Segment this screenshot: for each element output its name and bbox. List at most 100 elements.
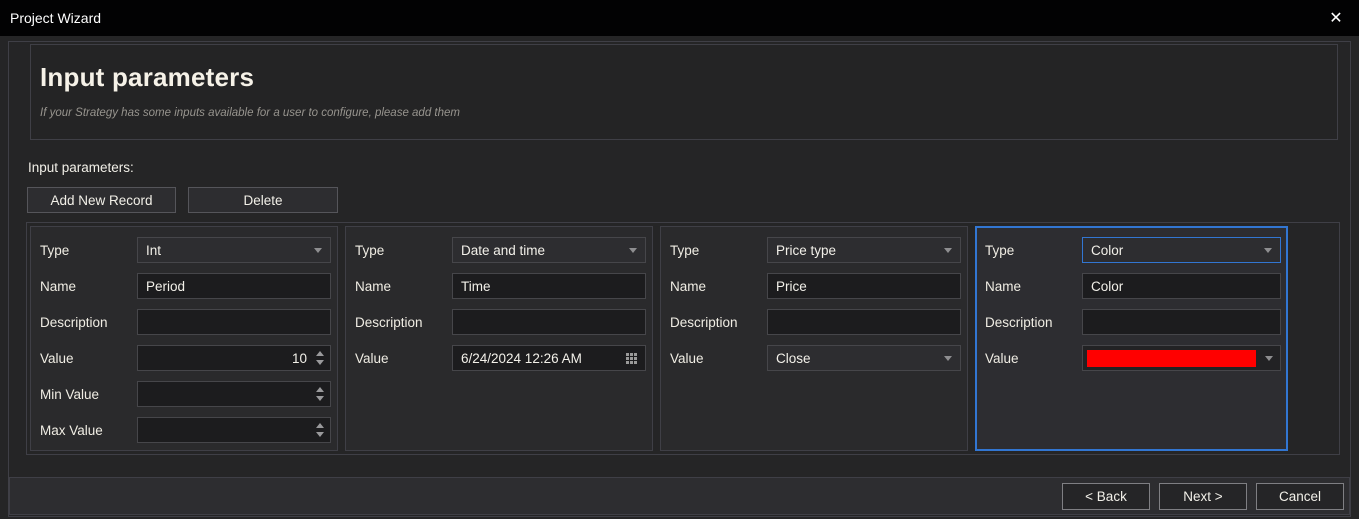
- field-label: Description: [355, 315, 452, 330]
- parameter-card-color[interactable]: Type Color Name Color Description Value: [975, 226, 1288, 451]
- field-row-value: Value 6/24/2024 12:26 AM: [355, 345, 646, 371]
- parameters-list: Type Int Name Period Description Value 1…: [26, 222, 1340, 455]
- input-value: Time: [461, 279, 637, 294]
- number-spinner: [314, 351, 326, 365]
- spinner-up-icon[interactable]: [316, 423, 324, 428]
- chevron-down-icon: [629, 248, 637, 253]
- name-input[interactable]: Color: [1082, 273, 1281, 299]
- combobox-value: Int: [146, 243, 314, 258]
- min-value-number-input[interactable]: [137, 381, 331, 407]
- color-picker-dropdown[interactable]: [1082, 345, 1281, 371]
- field-label: Description: [670, 315, 767, 330]
- delete-button[interactable]: Delete: [188, 187, 338, 213]
- spinner-up-icon[interactable]: [316, 351, 324, 356]
- field-label: Description: [985, 315, 1082, 330]
- spinner-down-icon[interactable]: [316, 360, 324, 365]
- field-row-name: Name Price: [670, 273, 961, 299]
- field-label: Type: [355, 243, 452, 258]
- input-value: Color: [1091, 279, 1272, 294]
- field-label: Name: [355, 279, 452, 294]
- description-input[interactable]: [137, 309, 331, 335]
- field-label: Type: [40, 243, 137, 258]
- field-row-name: Name Time: [355, 273, 646, 299]
- number-spinner: [314, 423, 326, 437]
- parameter-card-int[interactable]: Type Int Name Period Description Value 1…: [30, 226, 338, 451]
- wizard-header: Input parameters If your Strategy has so…: [30, 44, 1338, 140]
- combobox-value: Date and time: [461, 243, 629, 258]
- input-value: Period: [146, 279, 322, 294]
- window-title: Project Wizard: [0, 10, 101, 26]
- field-label: Description: [40, 315, 137, 330]
- combobox-value: Price type: [776, 243, 944, 258]
- combobox-value: Color: [1091, 243, 1264, 258]
- number-value: 10: [146, 351, 314, 366]
- field-label: Name: [985, 279, 1082, 294]
- number-spinner: [314, 387, 326, 401]
- field-label: Value: [40, 351, 137, 366]
- field-label: Min Value: [40, 387, 137, 402]
- field-row-type: Type Date and time: [355, 237, 646, 263]
- field-row-name: Name Color: [985, 273, 1281, 299]
- description-input[interactable]: [452, 309, 646, 335]
- field-row-description: Description: [985, 309, 1281, 335]
- back-button[interactable]: < Back: [1062, 483, 1150, 510]
- field-row-max-value: Max Value: [40, 417, 331, 443]
- page-title: Input parameters: [40, 62, 1337, 93]
- description-input[interactable]: [1082, 309, 1281, 335]
- value-combobox[interactable]: Close: [767, 345, 961, 371]
- window-titlebar: Project Wizard ✕: [0, 0, 1359, 36]
- page-subtitle: If your Strategy has some inputs availab…: [40, 107, 1337, 119]
- chevron-down-icon: [1264, 248, 1272, 253]
- input-value: Price: [776, 279, 952, 294]
- field-row-description: Description: [355, 309, 646, 335]
- field-row-name: Name Period: [40, 273, 331, 299]
- name-input[interactable]: Time: [452, 273, 646, 299]
- chevron-down-icon: [1265, 356, 1273, 361]
- next-button[interactable]: Next >: [1159, 483, 1247, 510]
- cancel-button[interactable]: Cancel: [1256, 483, 1344, 510]
- spinner-down-icon[interactable]: [316, 396, 324, 401]
- field-row-type: Type Color: [985, 237, 1281, 263]
- spinner-up-icon[interactable]: [316, 387, 324, 392]
- close-icon: ✕: [1329, 8, 1342, 28]
- type-combobox[interactable]: Color: [1082, 237, 1281, 263]
- field-label: Max Value: [40, 423, 137, 438]
- field-row-value: Value: [985, 345, 1281, 371]
- field-label: Value: [355, 351, 452, 366]
- datetime-value: 6/24/2024 12:26 AM: [461, 351, 626, 366]
- field-row-type: Type Price type: [670, 237, 961, 263]
- field-label: Value: [985, 351, 1082, 366]
- parameter-card-pricetype[interactable]: Type Price type Name Price Description V…: [660, 226, 968, 451]
- field-label: Name: [670, 279, 767, 294]
- type-combobox[interactable]: Price type: [767, 237, 961, 263]
- close-button[interactable]: ✕: [1321, 4, 1351, 32]
- type-combobox[interactable]: Date and time: [452, 237, 646, 263]
- spinner-down-icon[interactable]: [316, 432, 324, 437]
- max-value-number-input[interactable]: [137, 417, 331, 443]
- combobox-value: Close: [776, 351, 944, 366]
- wizard-footer: < Back Next > Cancel: [9, 477, 1350, 515]
- name-input[interactable]: Period: [137, 273, 331, 299]
- add-new-record-button[interactable]: Add New Record: [27, 187, 176, 213]
- value-number-input[interactable]: 10: [137, 345, 331, 371]
- field-label: Type: [670, 243, 767, 258]
- parameter-card-datetime[interactable]: Type Date and time Name Time Description…: [345, 226, 653, 451]
- color-swatch: [1087, 350, 1256, 367]
- field-label: Value: [670, 351, 767, 366]
- name-input[interactable]: Price: [767, 273, 961, 299]
- calendar-picker-icon[interactable]: [626, 353, 637, 364]
- chevron-down-icon: [314, 248, 322, 253]
- field-row-min-value: Min Value: [40, 381, 331, 407]
- field-row-type: Type Int: [40, 237, 331, 263]
- field-row-description: Description: [40, 309, 331, 335]
- field-label: Name: [40, 279, 137, 294]
- field-row-description: Description: [670, 309, 961, 335]
- field-row-value: Value 10: [40, 345, 331, 371]
- chevron-down-icon: [944, 356, 952, 361]
- input-parameters-label: Input parameters:: [28, 160, 134, 175]
- field-row-value: Value Close: [670, 345, 961, 371]
- description-input[interactable]: [767, 309, 961, 335]
- datetime-input[interactable]: 6/24/2024 12:26 AM: [452, 345, 646, 371]
- type-combobox[interactable]: Int: [137, 237, 331, 263]
- field-label: Type: [985, 243, 1082, 258]
